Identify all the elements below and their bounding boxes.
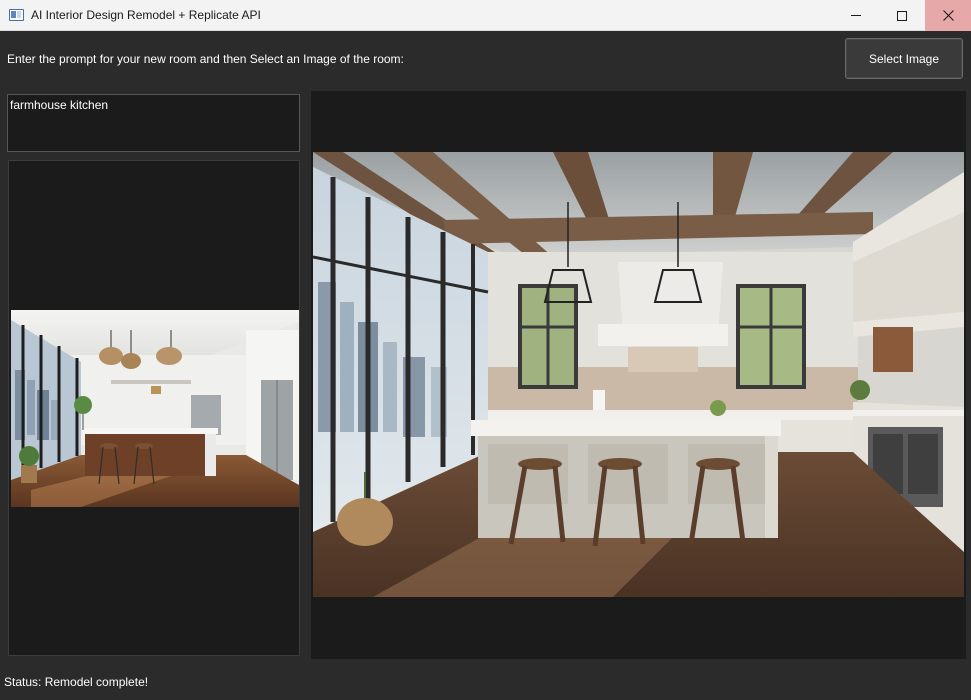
select-image-button[interactable]: Select Image	[845, 38, 963, 79]
minimize-icon	[851, 15, 861, 16]
status-text: Status: Remodel complete!	[4, 675, 149, 689]
modern-kitchen-photo	[11, 310, 299, 507]
minimize-button[interactable]	[833, 0, 879, 31]
result-image	[313, 152, 964, 597]
app-window-icon	[9, 9, 24, 21]
close-button[interactable]	[925, 0, 971, 31]
prompt-input[interactable]	[7, 94, 300, 152]
maximize-button[interactable]	[879, 0, 925, 31]
maximize-icon	[897, 10, 907, 21]
close-icon	[942, 10, 954, 21]
instruction-label: Enter the prompt for your new room and t…	[7, 52, 404, 66]
window-title: AI Interior Design Remodel + Replicate A…	[31, 8, 261, 22]
original-image-panel	[8, 160, 300, 656]
farmhouse-kitchen-render	[313, 152, 964, 597]
result-image-panel	[311, 91, 966, 659]
original-image	[11, 310, 299, 507]
title-bar: AI Interior Design Remodel + Replicate A…	[0, 0, 971, 31]
